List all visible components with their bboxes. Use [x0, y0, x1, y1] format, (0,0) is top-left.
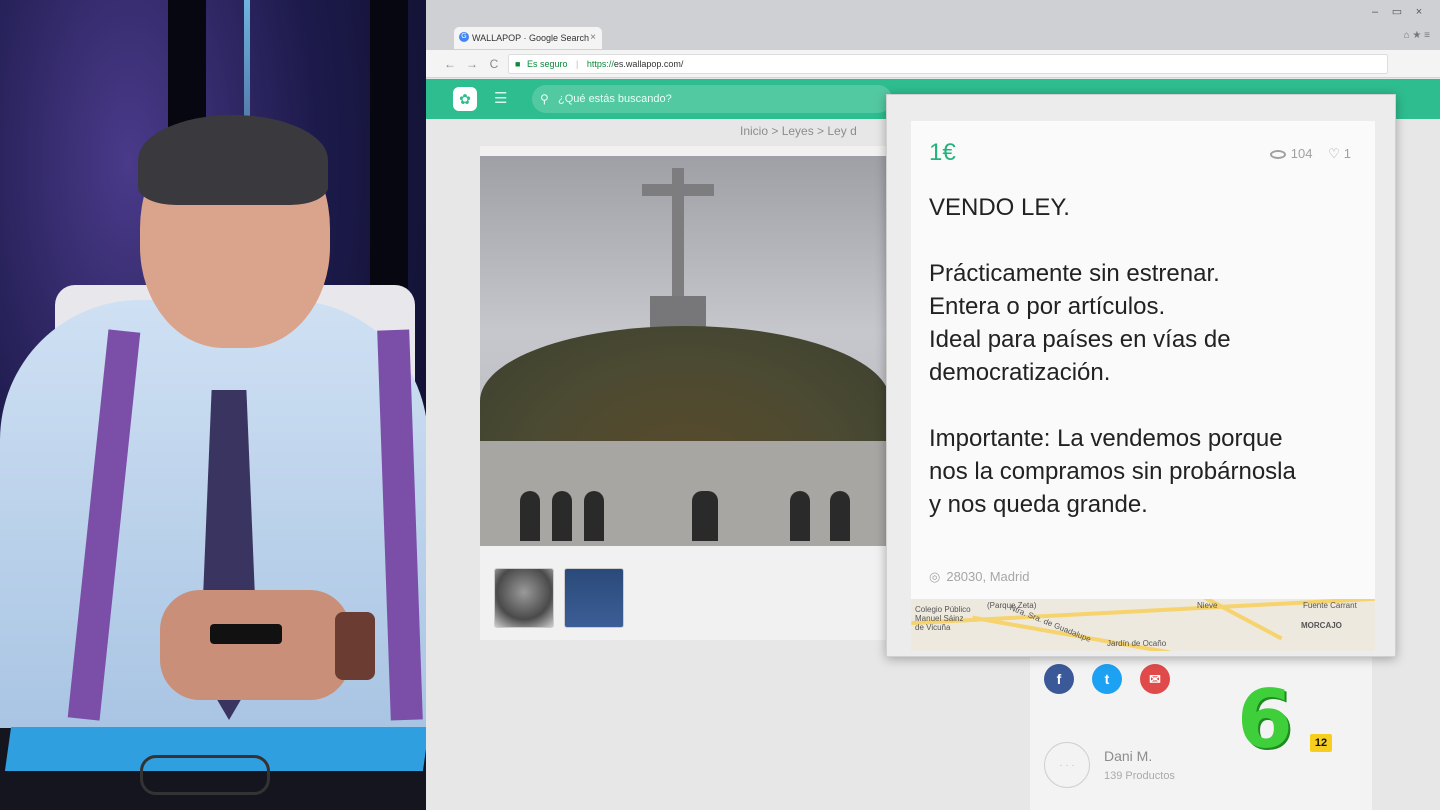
- browser-action-icons[interactable]: ⌂ ★ ≡: [1404, 30, 1430, 41]
- description-line: nos la compramos sin probárnosla: [929, 458, 1296, 485]
- heart-icon[interactable]: ♡: [1328, 146, 1340, 161]
- url-separator: |: [576, 59, 579, 69]
- eyeglasses: [140, 755, 270, 795]
- lock-icon: ■: [515, 59, 521, 69]
- categories-icon[interactable]: ☰: [494, 89, 516, 109]
- facebook-share-icon[interactable]: f: [1044, 664, 1074, 694]
- tab-bar: G WALLAPOP · Google Search × – ▭ × ⌂ ★ ≡: [426, 0, 1440, 50]
- url-field[interactable]: ■ Es seguro | https://es.wallapop.com/: [508, 54, 1388, 74]
- tab-title: WALLAPOP · Google Search: [472, 33, 590, 43]
- map-label: Colegio Público Manuel Sáinz de Vicuña: [915, 605, 971, 632]
- browser-tab[interactable]: G WALLAPOP · Google Search ×: [454, 27, 602, 49]
- monument-cross-arm: [642, 184, 714, 196]
- url-host: es.wallapop.com/: [613, 59, 684, 69]
- restore-icon[interactable]: ▭: [1388, 6, 1406, 18]
- seller-name[interactable]: Dani M.: [1104, 748, 1152, 764]
- description-line: VENDO LEY.: [929, 194, 1070, 221]
- description-line: [929, 224, 1369, 257]
- age-rating-badge: 12: [1310, 734, 1332, 752]
- channel-logo: 6: [1237, 673, 1293, 766]
- minimize-icon[interactable]: –: [1366, 6, 1384, 18]
- map-label: Jardín de Ocaño: [1107, 639, 1167, 648]
- description-line: Ideal para países en vías de: [929, 326, 1231, 353]
- reload-icon[interactable]: C: [486, 56, 502, 72]
- studio-scene: [0, 0, 428, 810]
- search-input[interactable]: ⚲ ¿Qué estás buscando?: [532, 85, 892, 113]
- listing-description: VENDO LEY. Prácticamente sin estrenar. E…: [929, 191, 1369, 521]
- photo-thumbnail[interactable]: [494, 568, 554, 628]
- listing-zoom-overlay: 1€ 104 ♡ 1 VENDO LEY. Prácticamente sin e…: [886, 94, 1396, 657]
- map-label: MORCAJO: [1301, 621, 1342, 630]
- wallapop-logo-icon[interactable]: ✿: [453, 87, 477, 111]
- tab-close-icon[interactable]: ×: [590, 27, 596, 49]
- basilica-colonnade: [480, 441, 890, 546]
- location-text: 28030, Madrid: [946, 569, 1030, 584]
- product-gallery: [480, 146, 890, 640]
- arch: [790, 491, 810, 541]
- back-arrow-icon[interactable]: ←: [442, 56, 458, 72]
- views-eye-icon: [1269, 150, 1286, 160]
- description-line: [929, 389, 1369, 422]
- description-line: Entera o por artículos.: [929, 293, 1166, 320]
- listing-price: 1€: [929, 139, 956, 166]
- arch: [552, 491, 572, 541]
- twitter-share-icon[interactable]: t: [1092, 664, 1122, 694]
- window-close-icon[interactable]: ×: [1410, 6, 1428, 18]
- wristwatch: [335, 612, 375, 680]
- arch: [692, 491, 718, 541]
- video-frame: G WALLAPOP · Google Search × – ▭ × ⌂ ★ ≡…: [0, 0, 1440, 810]
- listing-details: 1€ 104 ♡ 1 VENDO LEY. Prácticamente sin e…: [911, 121, 1375, 651]
- google-favicon-icon: G: [459, 32, 469, 42]
- seller-products-count: 139 Productos: [1104, 770, 1175, 782]
- location-pin-icon: ◎: [929, 569, 941, 584]
- url-scheme: https://: [586, 59, 614, 69]
- avatar[interactable]: · · ·: [1044, 742, 1090, 788]
- address-bar: ← → C ■ Es seguro | https://es.wallapop.…: [426, 50, 1440, 78]
- arch: [520, 491, 540, 541]
- description-line: Prácticamente sin estrenar.: [929, 260, 1220, 287]
- arch: [830, 491, 850, 541]
- anchor-hands: [160, 590, 350, 700]
- search-icon: ⚲: [540, 92, 549, 106]
- secure-label: Es seguro: [526, 59, 568, 69]
- anchor-hair: [138, 115, 328, 205]
- forward-arrow-icon[interactable]: →: [464, 56, 480, 72]
- map-label: Fuente Carrant: [1303, 601, 1357, 610]
- listing-location: ◎ 28030, Madrid: [929, 569, 1029, 585]
- location-map[interactable]: Colegio Público Manuel Sáinz de Vicuña (…: [911, 599, 1375, 651]
- product-photo[interactable]: [480, 156, 890, 546]
- description-line: democratización.: [929, 359, 1111, 386]
- smartphone: [210, 624, 282, 644]
- share-card: f t ✉: [1030, 652, 1372, 736]
- arch: [584, 491, 604, 541]
- map-label: Nieve: [1197, 601, 1218, 610]
- views-count: 104: [1290, 146, 1313, 161]
- breadcrumb[interactable]: Inicio > Leyes > Ley d: [740, 124, 857, 138]
- likes-count: 1: [1343, 146, 1351, 161]
- photo-thumbnail[interactable]: [564, 568, 624, 628]
- listing-stats: 104 ♡ 1: [1269, 146, 1351, 162]
- search-placeholder: ¿Qué estás buscando?: [558, 93, 672, 105]
- description-line: Importante: La vendemos porque: [929, 425, 1283, 452]
- email-share-icon[interactable]: ✉: [1140, 664, 1170, 694]
- description-line: y nos queda grande.: [929, 491, 1148, 518]
